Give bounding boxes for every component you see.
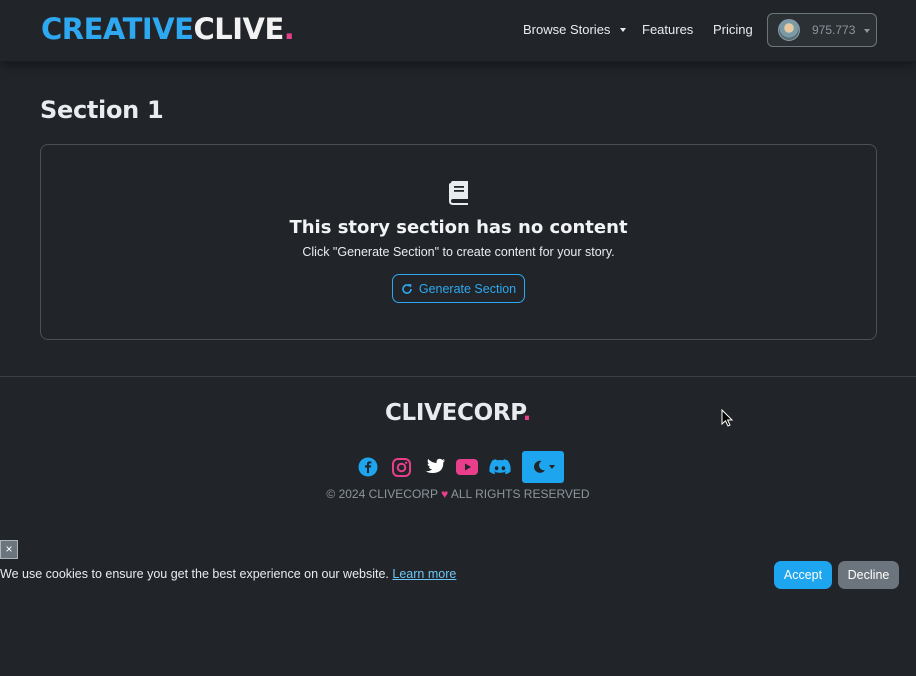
- cookie-message: We use cookies to ensure you get the bes…: [0, 567, 456, 581]
- brand-part-clive: CLIVE: [193, 12, 284, 46]
- footer-divider: [0, 376, 916, 377]
- footer-brand-text: CLIVECORP: [384, 400, 523, 426]
- moon-icon: [533, 460, 545, 473]
- facebook-icon[interactable]: [357, 456, 379, 478]
- cookie-close-button[interactable]: ×: [0, 540, 18, 559]
- page-title: Section 1: [40, 96, 164, 124]
- nav-browse-stories-label: Browse Stories: [523, 22, 611, 37]
- user-menu-button[interactable]: 975.773: [767, 13, 877, 47]
- copyright-suffix: ALL RIGHTS RESERVED: [450, 487, 590, 501]
- generate-section-label: Generate Section: [418, 281, 517, 296]
- instagram-icon[interactable]: [390, 456, 412, 478]
- empty-state-title: This story section has no content: [289, 217, 628, 238]
- accept-cookies-button[interactable]: Accept: [774, 561, 832, 589]
- user-credits: 975.773: [812, 23, 856, 37]
- discord-icon[interactable]: [489, 456, 511, 478]
- chevron-down-icon: [548, 465, 555, 469]
- nav-browse-stories-dropdown[interactable]: Browse Stories: [523, 22, 627, 37]
- book-icon: [449, 181, 468, 205]
- mouse-cursor-icon: [721, 409, 733, 427]
- twitter-icon[interactable]: [423, 456, 445, 478]
- heart-icon: ♥: [441, 487, 449, 501]
- refresh-icon: [402, 283, 412, 294]
- footer-brand-dot: .: [522, 400, 532, 426]
- cookie-message-text: We use cookies to ensure you get the bes…: [0, 567, 389, 581]
- navbar: CREATIVECLIVE. Browse Stories Features P…: [0, 0, 916, 62]
- decline-cookies-button[interactable]: Decline: [838, 561, 899, 589]
- brand-part-creative: CREATIVE: [41, 12, 194, 46]
- chevron-down-icon: [620, 27, 627, 32]
- footer-brand: CLIVECORP.: [0, 400, 916, 426]
- learn-more-link[interactable]: Learn more: [392, 567, 456, 581]
- generate-section-button[interactable]: Generate Section: [392, 274, 525, 303]
- nav-features-link[interactable]: Features: [642, 22, 693, 37]
- nav-pricing-link[interactable]: Pricing: [713, 22, 753, 37]
- brand-dot: .: [283, 12, 295, 46]
- youtube-icon[interactable]: [456, 456, 478, 478]
- theme-toggle-button[interactable]: [522, 451, 564, 483]
- social-links: [357, 451, 564, 483]
- brand-logo[interactable]: CREATIVECLIVE.: [41, 12, 295, 46]
- empty-section-card: This story section has no content Click …: [40, 144, 877, 340]
- chevron-down-icon: [864, 29, 870, 33]
- copyright-prefix: © 2024 CLIVECORP: [326, 487, 438, 501]
- avatar: [778, 19, 800, 41]
- copyright-text: © 2024 CLIVECORP ♥ ALL RIGHTS RESERVED: [0, 487, 916, 501]
- empty-state-description: Click "Generate Section" to create conte…: [302, 245, 615, 259]
